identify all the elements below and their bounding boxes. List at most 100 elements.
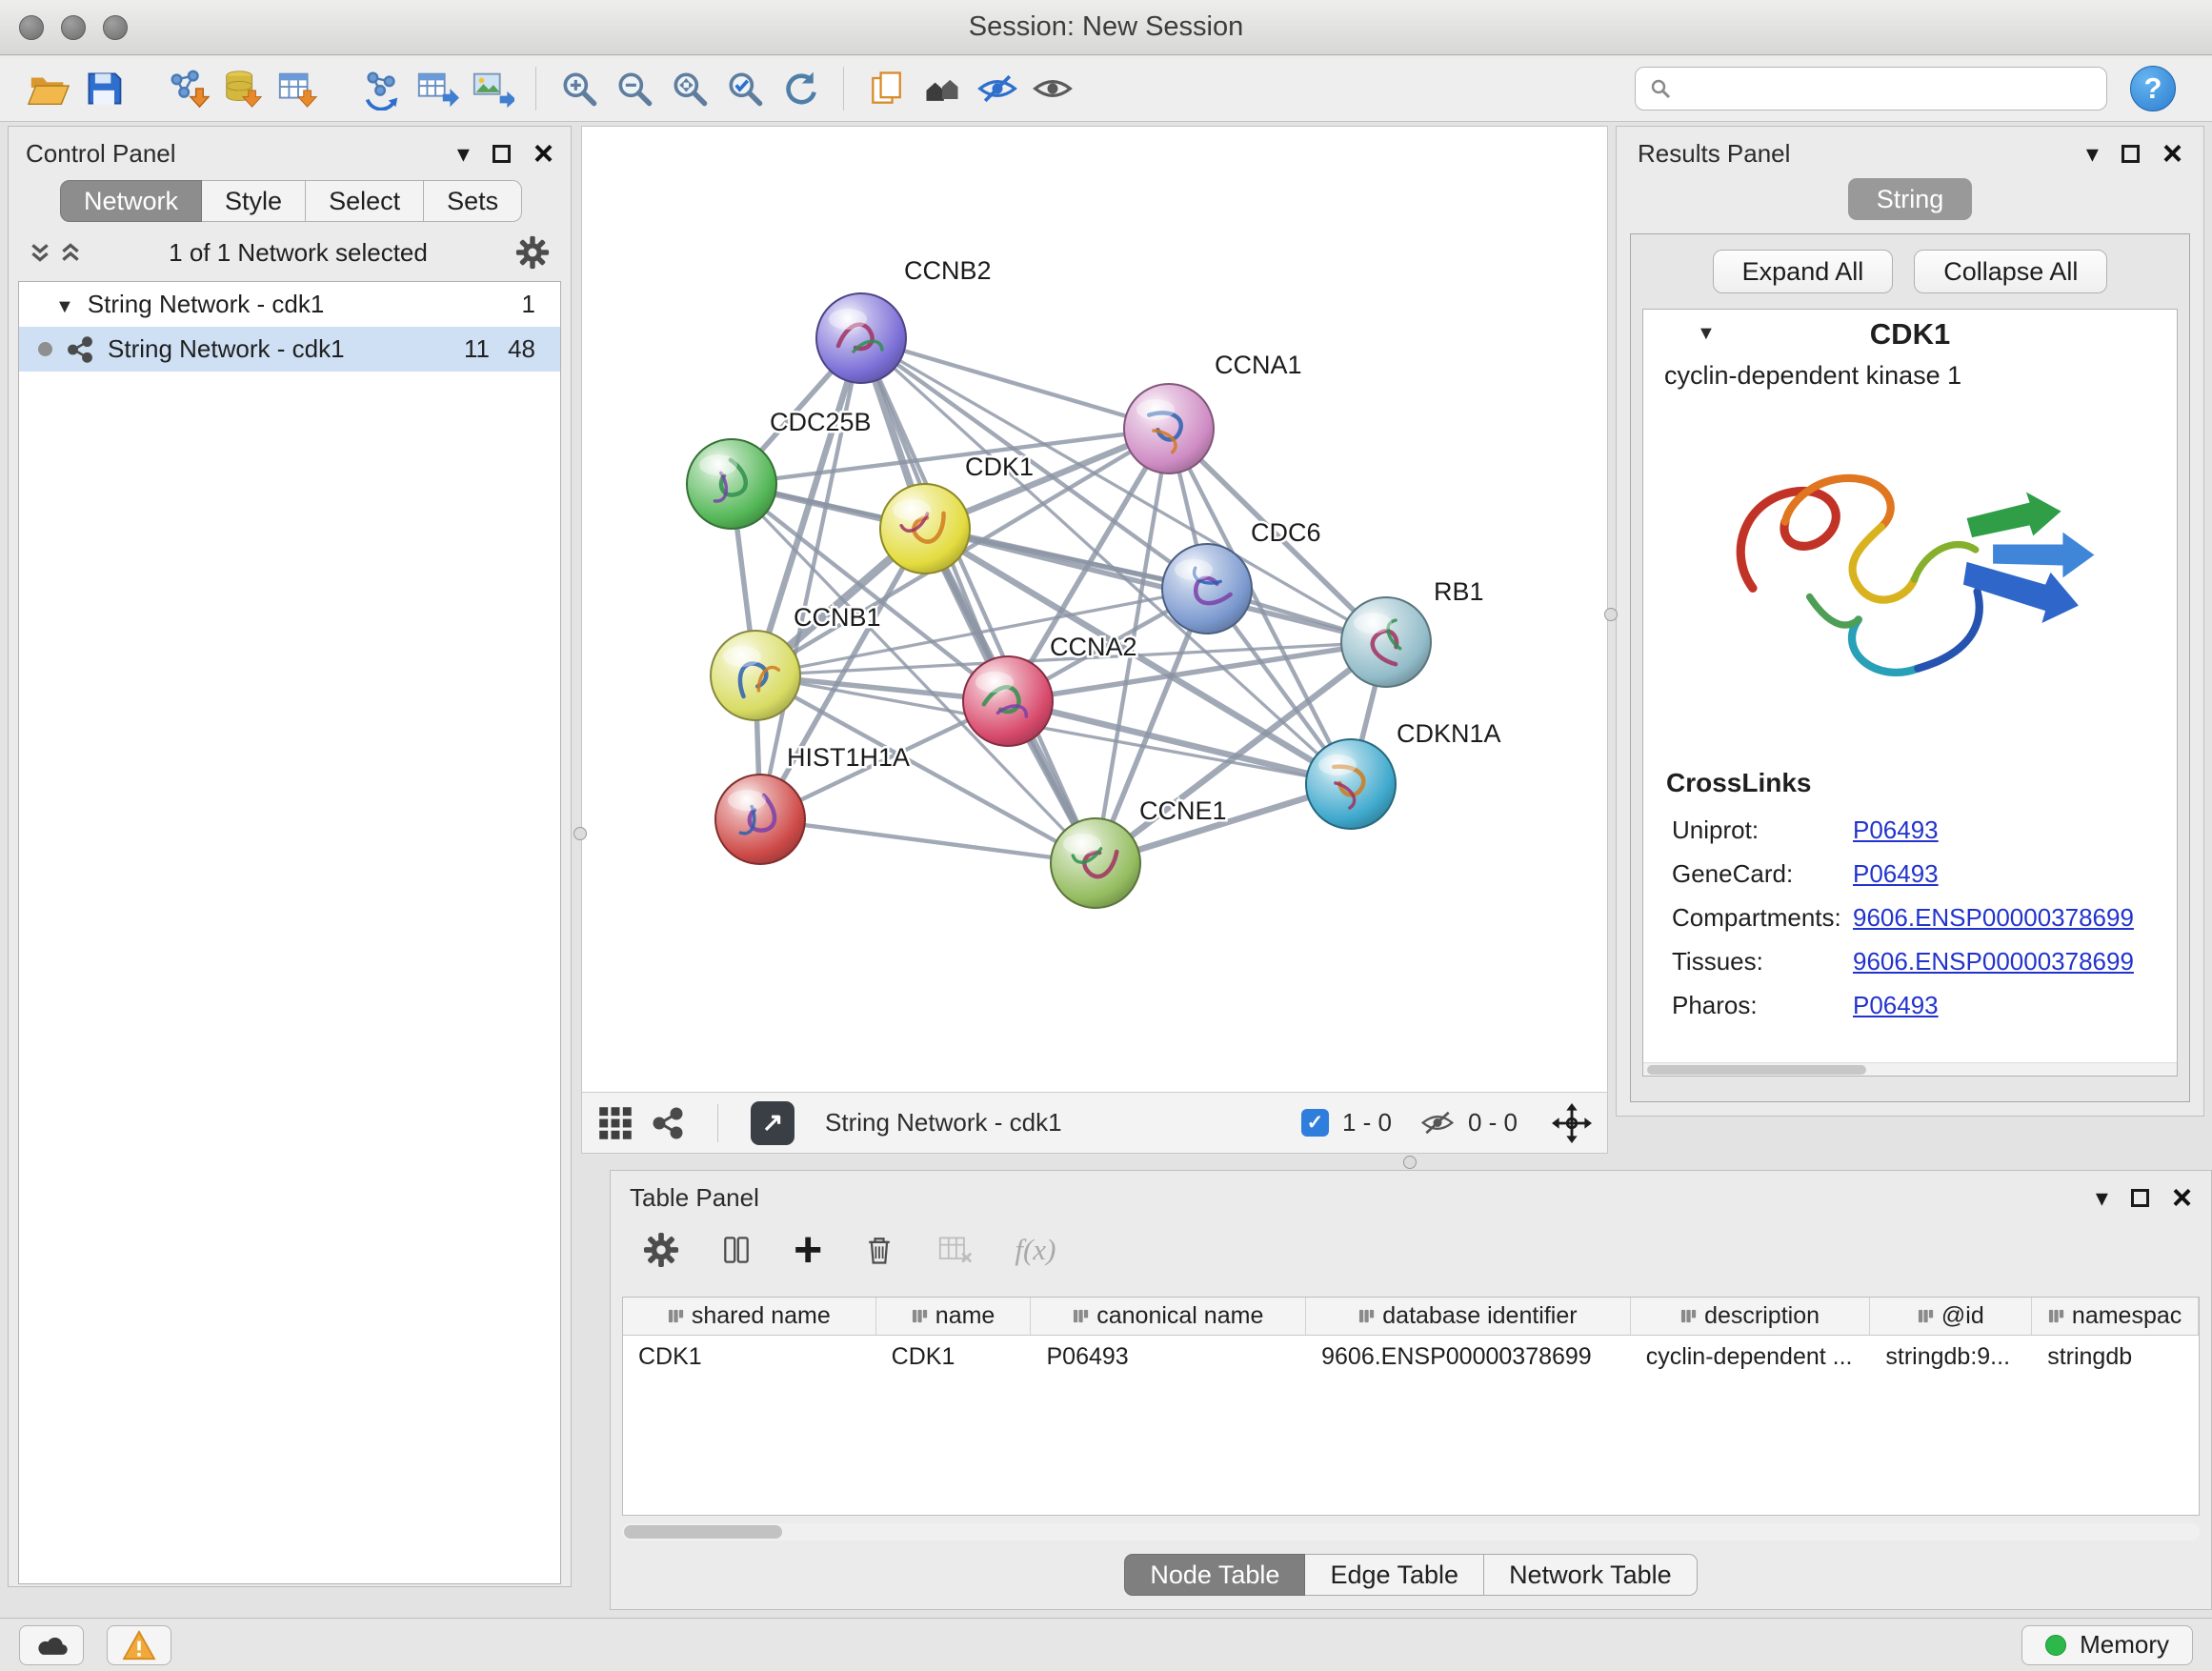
panel-float-icon[interactable]: [2122, 145, 2140, 163]
zoom-fit-button[interactable]: [662, 60, 717, 117]
copy-network-button[interactable]: [859, 60, 915, 117]
cell-description[interactable]: cyclin-dependent ...: [1631, 1336, 1871, 1378]
expand-all-icon[interactable]: [60, 241, 81, 264]
panel-float-icon[interactable]: [2131, 1189, 2149, 1207]
add-column-button[interactable]: [794, 1231, 822, 1269]
network-node-CCNA1[interactable]: CCNA1: [1124, 351, 1302, 473]
move-crosshair-icon[interactable]: [1552, 1103, 1592, 1143]
apply-layout-button[interactable]: [773, 60, 828, 117]
hide-selected-button[interactable]: [970, 60, 1025, 117]
pharos-link[interactable]: P06493: [1853, 991, 1939, 1020]
splitter-handle[interactable]: [1604, 608, 1618, 621]
network-node-HIST1H1A[interactable]: HIST1H1A: [715, 743, 910, 864]
share-view-icon[interactable]: [651, 1106, 685, 1140]
edge-HIST1H1A-CCNE1[interactable]: [760, 819, 1096, 863]
cell-shared-name[interactable]: CDK1: [623, 1336, 876, 1378]
tab-network[interactable]: Network: [60, 180, 202, 222]
tab-style[interactable]: Style: [202, 180, 306, 222]
close-window-button[interactable]: [19, 15, 44, 40]
panel-close-icon[interactable]: [533, 144, 553, 163]
uniprot-link[interactable]: P06493: [1853, 815, 1939, 845]
tab-string[interactable]: String: [1848, 178, 1973, 220]
table-row[interactable]: CDK1 CDK1 P06493 9606.ENSP00000378699 cy…: [623, 1336, 2199, 1378]
import-table-button[interactable]: [271, 60, 326, 117]
table-horizontal-scrollbar[interactable]: [622, 1523, 2200, 1540]
clone-network-button[interactable]: [354, 60, 410, 117]
column-header-namespace[interactable]: namespac: [2032, 1298, 2199, 1335]
cell-canonical-name[interactable]: P06493: [1031, 1336, 1306, 1378]
network-node-CCNE1[interactable]: CCNE1: [1051, 796, 1227, 908]
memory-button[interactable]: Memory: [2021, 1625, 2193, 1665]
collection-disclosure-icon[interactable]: [55, 290, 74, 319]
export-image-button[interactable]: [465, 60, 520, 117]
search-input[interactable]: [1681, 74, 2093, 104]
horizontal-scrollbar[interactable]: [1643, 1062, 2177, 1076]
cell-namespace[interactable]: stringdb: [2032, 1336, 2199, 1378]
column-header-database-identifier[interactable]: database identifier: [1306, 1298, 1631, 1335]
column-header-description[interactable]: description: [1631, 1298, 1871, 1335]
collapse-all-icon[interactable]: [30, 241, 50, 264]
warnings-button[interactable]: [107, 1625, 171, 1665]
import-network-database-button[interactable]: [215, 60, 271, 117]
collapse-all-button[interactable]: Collapse All: [1914, 250, 2107, 293]
expand-all-button[interactable]: Expand All: [1713, 250, 1894, 293]
control-panel-title: Control Panel: [26, 139, 176, 169]
panel-menu-icon[interactable]: [2086, 139, 2099, 169]
tab-select[interactable]: Select: [306, 180, 424, 222]
zoom-selected-button[interactable]: [717, 60, 773, 117]
panel-menu-icon[interactable]: [2096, 1183, 2108, 1213]
zoom-in-button[interactable]: [552, 60, 607, 117]
splitter-handle[interactable]: [573, 827, 587, 840]
tab-edge-table[interactable]: Edge Table: [1305, 1554, 1484, 1596]
show-columns-button[interactable]: [719, 1233, 754, 1267]
compartments-link[interactable]: 9606.ENSP00000378699: [1853, 903, 2134, 933]
import-network-file-button[interactable]: [160, 60, 215, 117]
maximize-window-button[interactable]: [103, 15, 128, 40]
network-node-CDKN1A[interactable]: CDKN1A: [1306, 719, 1501, 829]
cloud-status-button[interactable]: [19, 1625, 84, 1665]
panel-float-icon[interactable]: [493, 145, 511, 163]
genecard-link[interactable]: P06493: [1853, 859, 1939, 889]
zoom-selected-icon: [724, 68, 766, 110]
save-session-button[interactable]: [76, 60, 131, 117]
network-node-RB1[interactable]: RB1: [1341, 577, 1484, 687]
column-header-canonical-name[interactable]: canonical name: [1031, 1298, 1306, 1335]
network-canvas[interactable]: CCNB2CCNA1CDC25BCDK1CDC6RB1CCNB1CCNA2CDK…: [582, 127, 1607, 1092]
delete-column-button[interactable]: [862, 1233, 896, 1267]
function-builder-button[interactable]: f(x): [1015, 1233, 1056, 1267]
tissues-link[interactable]: 9606.ENSP00000378699: [1853, 947, 2134, 976]
column-header-id[interactable]: @id: [1870, 1298, 2032, 1335]
edge-CCNB2-CCNA1[interactable]: [861, 338, 1169, 429]
tab-sets[interactable]: Sets: [424, 180, 522, 222]
edge-CCNB2-CCNE1[interactable]: [861, 338, 1096, 863]
grid-view-icon[interactable]: [597, 1105, 633, 1141]
table-settings-button[interactable]: [643, 1232, 679, 1268]
minimize-window-button[interactable]: [61, 15, 86, 40]
cell-database-identifier[interactable]: 9606.ENSP00000378699: [1306, 1336, 1631, 1378]
zoom-out-button[interactable]: [607, 60, 662, 117]
column-header-shared-name[interactable]: shared name: [623, 1298, 876, 1335]
detach-view-button[interactable]: [751, 1101, 794, 1145]
scrollbar-thumb[interactable]: [624, 1525, 782, 1539]
network-row-selected[interactable]: String Network - cdk1 11 48: [19, 327, 560, 372]
column-header-name[interactable]: name: [876, 1298, 1032, 1335]
network-node-CCNB1[interactable]: CCNB1: [711, 603, 881, 720]
splitter-handle[interactable]: [1403, 1156, 1417, 1169]
cell-id[interactable]: stringdb:9...: [1870, 1336, 2032, 1378]
tab-node-table[interactable]: Node Table: [1124, 1554, 1305, 1596]
network-collection-row[interactable]: String Network - cdk1 1: [19, 282, 560, 327]
panel-close-icon[interactable]: [2162, 144, 2182, 163]
gene-disclosure-icon[interactable]: [1697, 323, 1716, 345]
cell-name[interactable]: CDK1: [876, 1336, 1032, 1378]
home-button[interactable]: [915, 60, 970, 117]
export-table-button[interactable]: [410, 60, 465, 117]
tab-network-table[interactable]: Network Table: [1484, 1554, 1698, 1596]
gear-icon[interactable]: [515, 235, 550, 270]
selected-checkbox-icon[interactable]: [1301, 1109, 1329, 1137]
search-box[interactable]: [1635, 67, 2107, 111]
show-all-button[interactable]: [1025, 60, 1080, 117]
panel-close-icon[interactable]: [2172, 1188, 2192, 1207]
open-session-button[interactable]: [21, 60, 76, 117]
panel-menu-icon[interactable]: [457, 139, 470, 169]
help-button[interactable]: ?: [2130, 66, 2176, 111]
